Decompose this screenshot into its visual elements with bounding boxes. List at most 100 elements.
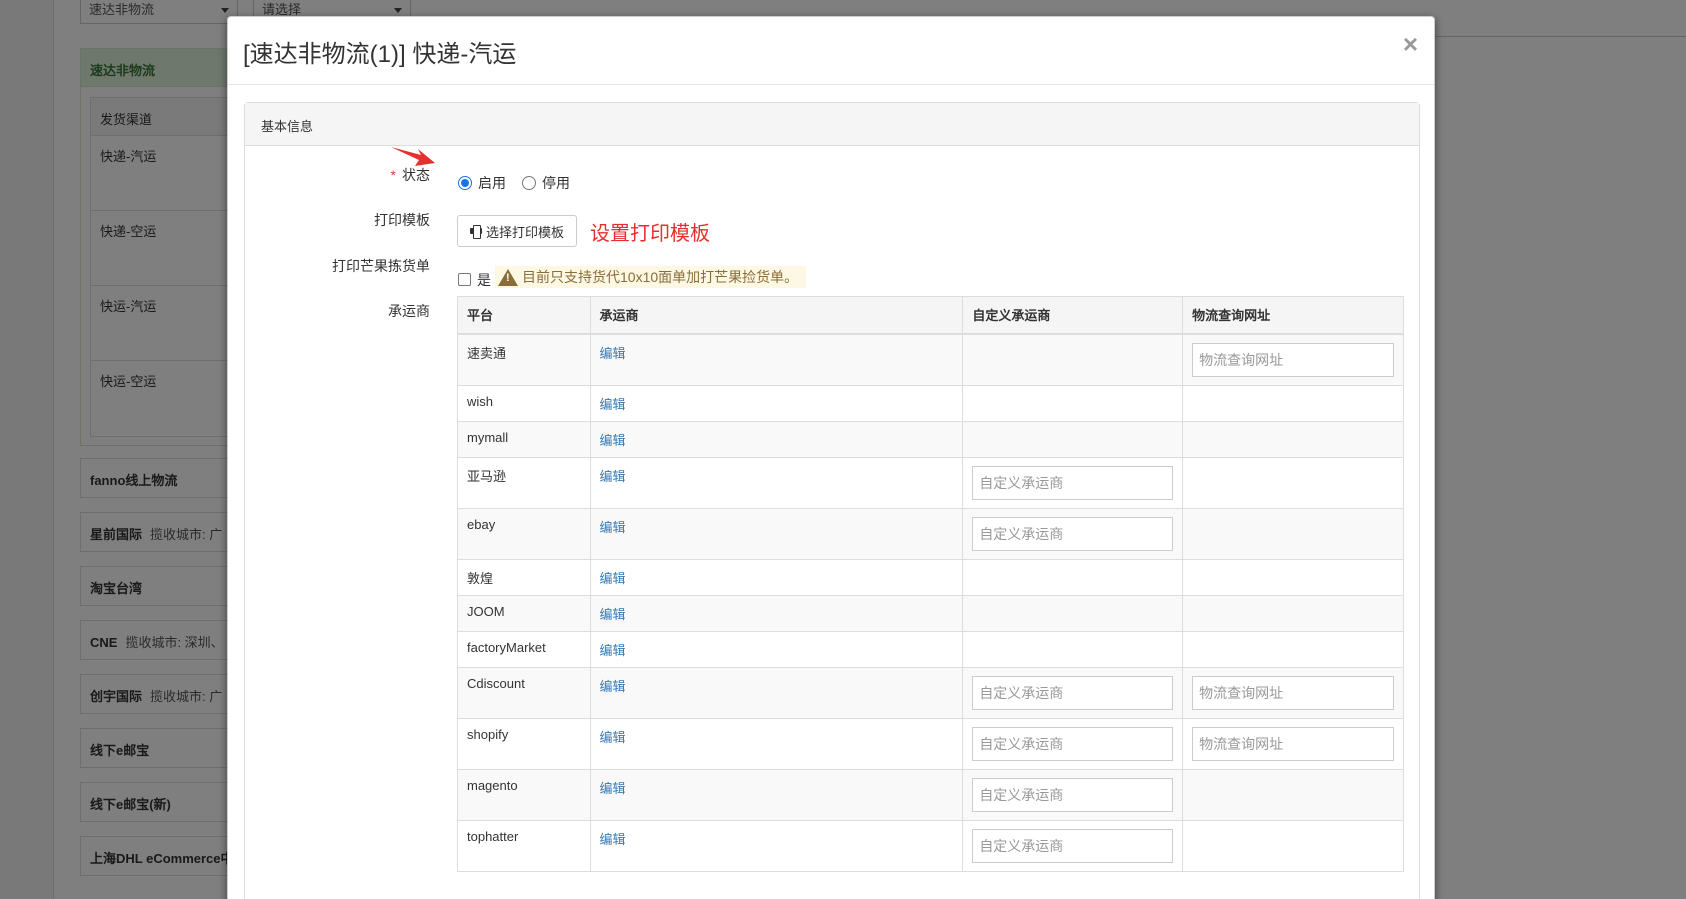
- custom-carrier-input[interactable]: [972, 516, 1174, 551]
- print-template-label: 打印模板: [374, 212, 430, 228]
- platform-cell: JOOM: [457, 594, 591, 632]
- tracking-url-cell: [1182, 420, 1404, 458]
- tracking-url-cell: [1182, 717, 1404, 770]
- tracking-url-cell: [1182, 768, 1404, 821]
- carrier-cell: 编辑: [589, 666, 964, 719]
- carrier-cell: 编辑: [589, 384, 964, 422]
- edit-carrier-link[interactable]: 编辑: [600, 469, 626, 484]
- tracking-url-input[interactable]: [1192, 726, 1394, 761]
- warning-text: 目前只支持货代10x10面单加打芒果捡货单。: [522, 269, 799, 285]
- edit-carrier-link[interactable]: 编辑: [600, 397, 626, 412]
- custom-carrier-cell: [962, 630, 1184, 668]
- custom-carrier-cell: [962, 507, 1184, 560]
- table-row: Cdiscount 编辑: [457, 666, 1404, 719]
- edit-carrier-link[interactable]: 编辑: [600, 520, 626, 535]
- status-enabled-label[interactable]: 启用: [478, 173, 506, 193]
- carrier-cell: 编辑: [589, 717, 964, 770]
- tracking-url-cell: [1182, 594, 1404, 632]
- table-row: factoryMarket 编辑: [457, 630, 1404, 668]
- platform-cell: 速卖通: [457, 333, 591, 386]
- column-header: 自定义承运商: [962, 296, 1184, 335]
- edit-carrier-link[interactable]: 编辑: [600, 679, 626, 694]
- carrier-cell: 编辑: [589, 630, 964, 668]
- custom-carrier-cell: [962, 768, 1184, 821]
- platform-cell: Cdiscount: [457, 666, 591, 719]
- edit-carrier-link[interactable]: 编辑: [600, 571, 626, 586]
- platform-cell: shopify: [457, 717, 591, 770]
- column-header: 承运商: [589, 296, 964, 335]
- table-row: tophatter 编辑: [457, 819, 1404, 872]
- print-template-annotation: 设置打印模板: [590, 223, 710, 245]
- table-row: mymall 编辑: [457, 420, 1404, 458]
- tracking-url-cell: [1182, 384, 1404, 422]
- modal-header: [速达非物流(1)] 快递-汽运 ×: [228, 17, 1434, 85]
- column-header: 平台: [457, 296, 591, 335]
- table-row: wish 编辑: [457, 384, 1404, 422]
- custom-carrier-cell: [962, 333, 1184, 386]
- table-row: magento 编辑: [457, 768, 1404, 821]
- edit-carrier-link[interactable]: 编辑: [600, 643, 626, 658]
- custom-carrier-input[interactable]: [972, 726, 1174, 761]
- carrier-cell: 编辑: [589, 594, 964, 632]
- mango-picklist-label: 打印芒果拣货单: [332, 258, 430, 274]
- carrier-cell: 编辑: [589, 819, 964, 872]
- table-row: 亚马逊 编辑: [457, 456, 1404, 509]
- table-row: 速卖通 编辑: [457, 333, 1404, 386]
- mango-warning: 目前只支持货代10x10面单加打芒果捡货单。: [495, 266, 807, 288]
- tracking-url-input[interactable]: [1192, 342, 1394, 377]
- edit-carrier-link[interactable]: 编辑: [600, 730, 626, 745]
- tracking-url-cell: [1182, 630, 1404, 668]
- basic-info-panel: 基本信息 * 状态 启用 停用 打印模板 选择打印模板 设置打印模板 打印芒果拣货…: [244, 102, 1420, 899]
- table-row: shopify 编辑: [457, 717, 1404, 770]
- platform-cell: ebay: [457, 507, 591, 560]
- panel-heading: 基本信息: [245, 103, 1419, 146]
- printer-icon: [470, 225, 482, 239]
- status-disabled-radio[interactable]: [522, 176, 536, 190]
- edit-carrier-link[interactable]: 编辑: [600, 433, 626, 448]
- tracking-url-cell: [1182, 558, 1404, 596]
- edit-carrier-link[interactable]: 编辑: [600, 832, 626, 847]
- edit-carrier-link[interactable]: 编辑: [600, 346, 626, 361]
- status-disabled-label[interactable]: 停用: [542, 173, 570, 193]
- tracking-url-input[interactable]: [1192, 675, 1394, 710]
- table-row: ebay 编辑: [457, 507, 1404, 560]
- custom-carrier-input[interactable]: [972, 828, 1174, 863]
- select-print-template-button[interactable]: 选择打印模板: [457, 215, 578, 247]
- carrier-cell: 编辑: [589, 420, 964, 458]
- tracking-url-cell: [1182, 333, 1404, 386]
- platform-cell: magento: [457, 768, 591, 821]
- tracking-url-cell: [1182, 456, 1404, 509]
- tracking-url-cell: [1182, 666, 1404, 719]
- custom-carrier-input[interactable]: [972, 675, 1174, 710]
- tracking-url-cell: [1182, 819, 1404, 872]
- table-row: JOOM 编辑: [457, 594, 1404, 632]
- custom-carrier-input[interactable]: [972, 777, 1174, 812]
- custom-carrier-cell: [962, 819, 1184, 872]
- custom-carrier-cell: [962, 420, 1184, 458]
- status-radio-group: 启用 停用: [458, 173, 586, 193]
- button-label: 选择打印模板: [486, 224, 565, 240]
- carriers-label: 承运商: [388, 303, 430, 319]
- mango-picklist-checkbox[interactable]: [458, 273, 471, 286]
- platform-cell: factoryMarket: [457, 630, 591, 668]
- modal-title: [速达非物流(1)] 快递-汽运: [243, 41, 517, 68]
- custom-carrier-input[interactable]: [972, 465, 1174, 500]
- carrier-cell: 编辑: [589, 558, 964, 596]
- red-arrow-annotation: [391, 147, 435, 166]
- edit-carrier-link[interactable]: 编辑: [600, 781, 626, 796]
- carrier-cell: 编辑: [589, 507, 964, 560]
- platform-cell: 敦煌: [457, 558, 591, 596]
- warning-icon: [498, 268, 518, 286]
- checkbox-label[interactable]: 是: [477, 270, 491, 290]
- edit-carrier-link[interactable]: 编辑: [600, 607, 626, 622]
- status-enabled-radio[interactable]: [458, 176, 472, 190]
- carrier-table: 平台 承运商 自定义承运商 物流查询网址 速卖通编辑wish编辑mymall编辑…: [457, 296, 1404, 872]
- tracking-url-cell: [1182, 507, 1404, 560]
- carrier-cell: 编辑: [589, 768, 964, 821]
- platform-cell: tophatter: [457, 819, 591, 872]
- close-icon[interactable]: ×: [1403, 31, 1418, 57]
- custom-carrier-cell: [962, 384, 1184, 422]
- custom-carrier-cell: [962, 666, 1184, 719]
- custom-carrier-cell: [962, 717, 1184, 770]
- custom-carrier-cell: [962, 558, 1184, 596]
